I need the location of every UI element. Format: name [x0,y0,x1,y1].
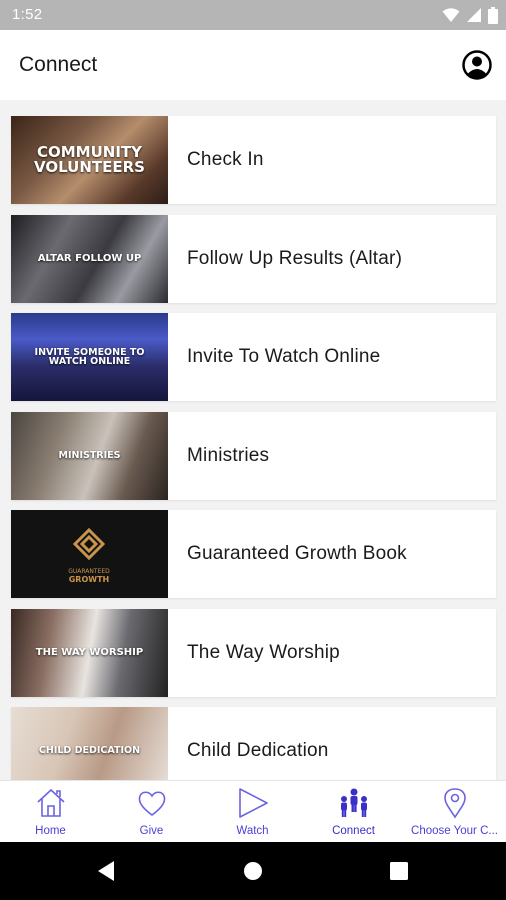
account-circle-icon[interactable] [462,50,492,80]
svg-text:GUARANTEED: GUARANTEED [68,568,110,575]
list-item-follow-up-results[interactable]: ALTAR FOLLOW UP Follow Up Results (Altar… [11,215,496,303]
heart-icon [138,791,165,816]
list-item-label: Check In [187,149,264,170]
thumbnail-child-dedication: CHILD DEDICATION [11,707,168,780]
thumbnail-text: COMMUNITY VOLUNTEERS [34,143,145,176]
app-bar: Connect [0,30,506,100]
thumbnail-community-volunteers: COMMUNITY VOLUNTEERS [11,116,168,204]
list-item-label: Invite To Watch Online [187,346,381,367]
connect-list: COMMUNITY VOLUNTEERS Check In ALTAR FOLL… [0,100,506,780]
status-icons [442,6,498,24]
nav-give[interactable]: Give [101,781,202,843]
list-item-label: Ministries [187,445,270,466]
list-item-guaranteed-growth[interactable]: GUARANTEED GROWTH Guaranteed Growth Book [11,510,496,598]
list-item-check-in[interactable]: COMMUNITY VOLUNTEERS Check In [11,116,496,204]
list-item-label: Guaranteed Growth Book [187,543,407,564]
location-pin-icon [443,788,466,819]
home-icon [36,788,65,817]
thumbnail-invite-someone: INVITE SOMEONE TO WATCH ONLINE [11,313,168,401]
list-item-child-dedication[interactable]: CHILD DEDICATION Child Dedication [11,707,496,780]
page-title: Connect [19,53,98,76]
wifi-icon [442,8,460,22]
svg-text:GROWTH: GROWTH [69,575,110,584]
people-icon [340,788,367,817]
thumbnail-text: MINISTRIES [58,450,121,462]
list-item-the-way-worship[interactable]: THE WAY WORSHIP The Way Worship [11,609,496,697]
system-nav-bar [0,842,506,900]
nav-label: Home [35,825,66,837]
nav-choose-campus[interactable]: Choose Your C... [404,781,505,843]
nav-label: Watch [236,825,269,837]
nav-label: Choose Your C... [411,825,498,837]
status-time: 1:52 [12,6,43,23]
status-bar: 1:52 [0,0,506,30]
nav-home[interactable]: Home [0,781,101,843]
home-circle-icon[interactable] [223,842,283,900]
thumbnail-text: CHILD DEDICATION [38,745,141,757]
growth-logo-icon: GUARANTEED GROWTH [68,527,110,584]
bottom-nav: Home Give Watch Connect Choose Your C... [0,780,506,843]
cellular-icon [467,8,481,22]
battery-icon [488,6,498,24]
thumbnail-guaranteed-growth: GUARANTEED GROWTH [11,510,168,598]
nav-label: Give [139,825,164,837]
thumbnail-text: THE WAY WORSHIP [35,647,144,658]
recents-icon[interactable] [369,842,429,900]
play-icon [238,788,268,818]
list-item-label: Child Dedication [187,740,329,761]
thumbnail-text: ALTAR FOLLOW UP [37,253,142,264]
list-item-label: The Way Worship [187,642,340,663]
thumbnail-altar-follow-up: ALTAR FOLLOW UP [11,215,168,303]
list-item-invite-to-watch[interactable]: INVITE SOMEONE TO WATCH ONLINE Invite To… [11,313,496,401]
back-icon[interactable] [76,842,136,900]
list-item-ministries[interactable]: MINISTRIES Ministries [11,412,496,500]
list-item-label: Follow Up Results (Altar) [187,248,403,269]
thumbnail-text: INVITE SOMEONE TO WATCH ONLINE [34,346,145,367]
nav-watch[interactable]: Watch [202,781,303,843]
nav-label: Connect [332,825,375,837]
thumbnail-the-way-worship: THE WAY WORSHIP [11,609,168,697]
thumbnail-ministries: MINISTRIES [11,412,168,500]
nav-connect[interactable]: Connect [303,781,404,843]
